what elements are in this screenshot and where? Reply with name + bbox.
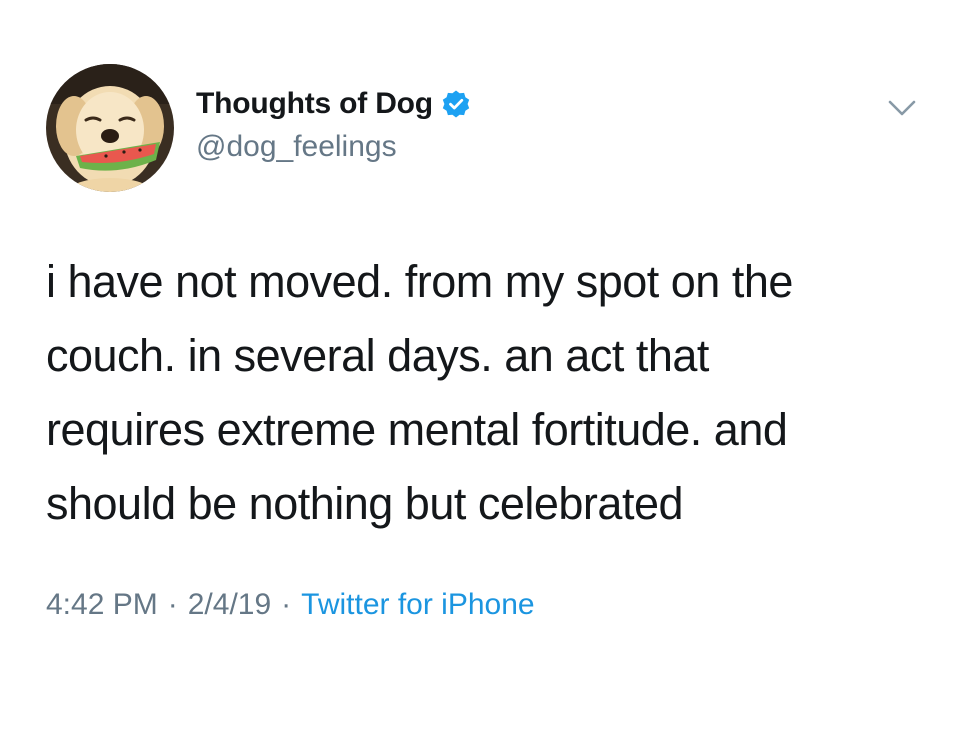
author-avatar[interactable] <box>46 64 174 192</box>
tweet-source-link[interactable]: Twitter for iPhone <box>301 588 534 622</box>
tweet-text-line: i have not moved. from my spot on the <box>46 256 793 307</box>
tweet-text-line: requires extreme mental fortitude. and <box>46 404 788 455</box>
meta-separator: · <box>281 588 292 621</box>
tweet-text-line: should be nothing but celebrated <box>46 478 684 529</box>
meta-separator: · <box>167 588 178 621</box>
tweet-text-line: couch. in several days. an act that <box>46 330 709 381</box>
tweet-date[interactable]: 2/4/19 <box>188 588 271 622</box>
tweet-time[interactable]: 4:42 PM <box>46 588 158 622</box>
author-display-name[interactable]: Thoughts of Dog <box>196 87 433 121</box>
author-handle[interactable]: @dog_feelings <box>196 130 397 164</box>
tweet-card: Thoughts of Dog @dog_feelings i have not… <box>0 0 960 745</box>
tweet-text: i have not moved. from my spot on the co… <box>46 245 926 541</box>
verified-badge-icon <box>441 89 471 119</box>
dog-avatar-icon <box>46 64 174 192</box>
tweet-metadata: 4:42 PM · 2/4/19 · Twitter for iPhone <box>46 588 535 622</box>
chevron-down-icon[interactable] <box>884 94 920 122</box>
author-name-row: Thoughts of Dog <box>196 84 471 124</box>
